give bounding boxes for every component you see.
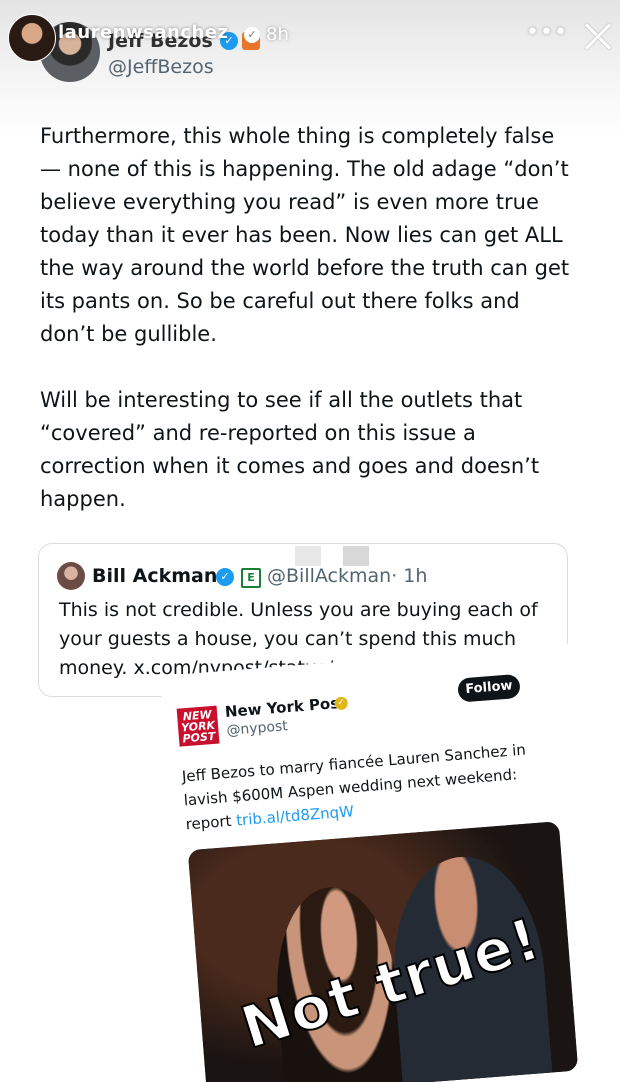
story-avatar[interactable] [8,14,56,62]
tweet-text: Furthermore, this whole thing is complet… [40,120,580,516]
author-handle[interactable]: @JeffBezos [108,56,214,78]
verified-badge-icon: ✓ [216,568,234,586]
quoted-author-name[interactable]: Bill Ackman [92,565,217,587]
quoted-handle[interactable]: @BillAckman [267,565,391,587]
quoted-time: · 1h [391,565,428,587]
close-icon[interactable] [580,18,620,58]
story-verified-icon: ✓ [244,27,260,43]
tweet-paragraph: Furthermore, this whole thing is complet… [40,124,570,346]
story-timestamp: 8h [266,24,289,45]
nypost-logo: NEW YORK POST [176,705,220,747]
quoted-avatar[interactable] [57,562,85,590]
more-icon[interactable]: ••• [526,20,568,45]
nypost-screenshot: NEW YORK POST New York Post ✓ @nypost Fo… [160,641,620,1082]
quoted-handle-time: @BillAckman· 1h [267,565,427,587]
tweet-paragraph: Will be interesting to see if all the ou… [40,388,540,511]
story-username[interactable]: laurenwsanchez [58,22,229,43]
couple-photo: Not true! [187,821,579,1082]
story-card: Jeff Bezos ✓ @JeffBezos laurenwsanchez ✓… [0,0,620,1082]
redaction-block [295,546,321,566]
redaction-block [343,546,369,566]
affiliation-badge-icon: E [241,568,261,588]
